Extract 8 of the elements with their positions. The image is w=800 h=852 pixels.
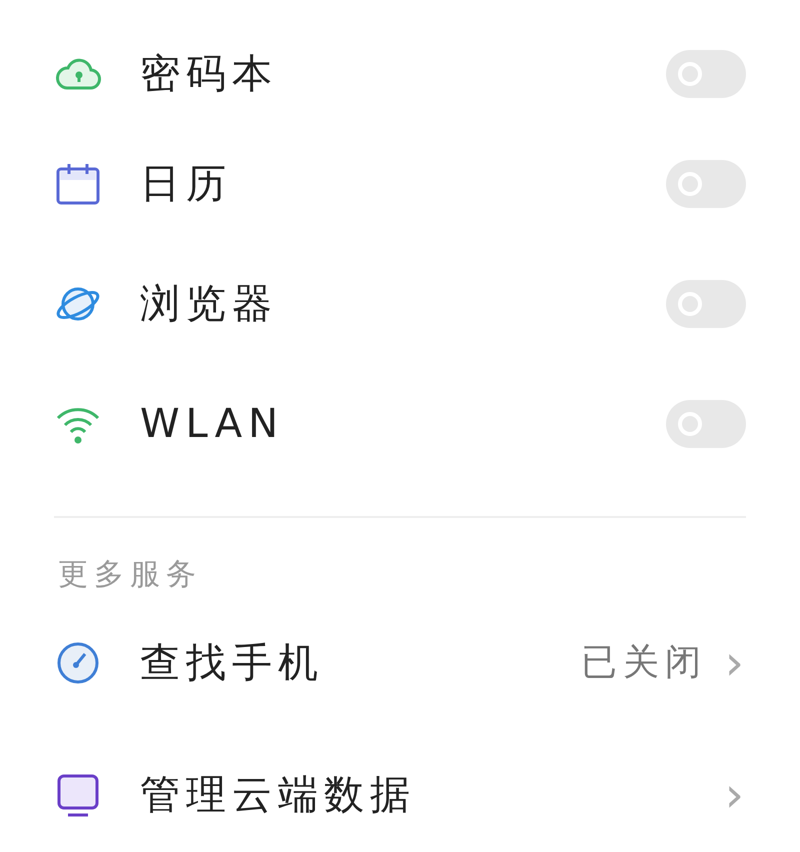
status-value: 已关闭 [580,641,707,685]
setting-label: 日历 [140,160,233,209]
setting-label: 密码本 [140,50,279,99]
menu-item-label[interactable]: 管理云端数据 [140,765,725,825]
section-heading: 更多服务 [58,556,203,594]
setting-label: WLAN [140,400,286,449]
menu-item-label[interactable]: 查找手机 [140,633,581,693]
setting-label: 浏览器 [140,280,279,329]
